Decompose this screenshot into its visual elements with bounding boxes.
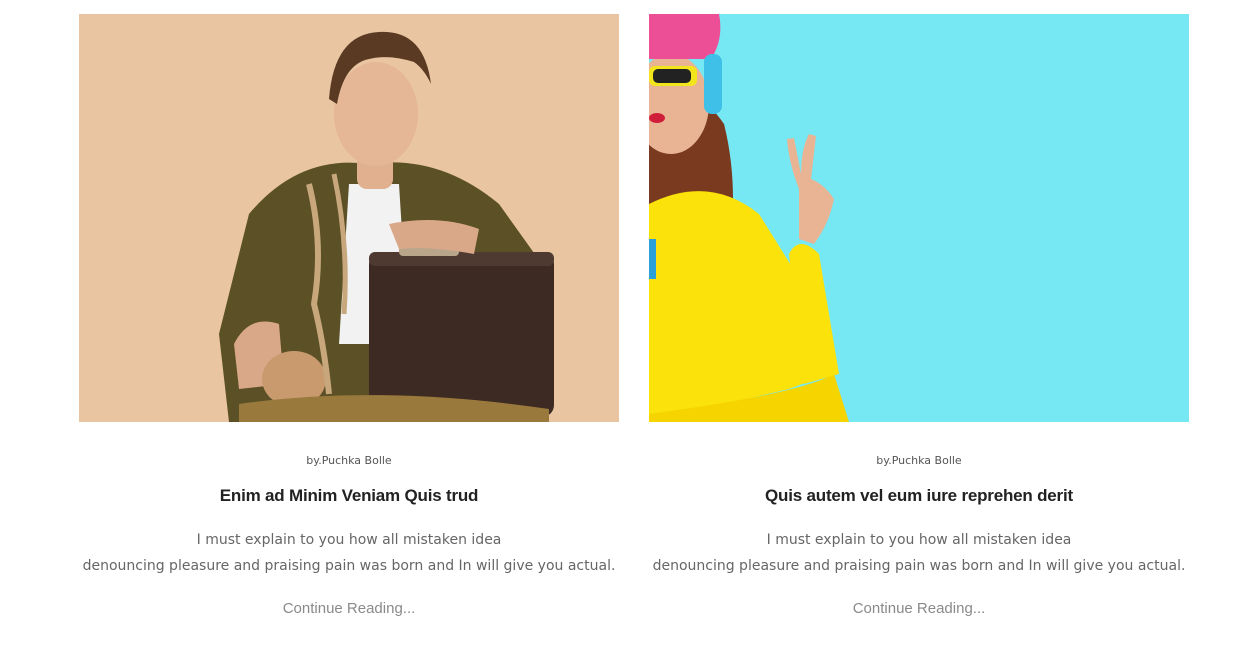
post-image[interactable] bbox=[649, 14, 1189, 422]
post-excerpt-line: I must explain to you how all mistaken i… bbox=[196, 532, 502, 548]
post-title[interactable]: Quis autem vel eum iure reprehen derit bbox=[649, 485, 1189, 507]
post-excerpt: I must explain to you how all mistaken i… bbox=[79, 527, 619, 579]
continue-reading-link[interactable]: Continue Reading... bbox=[79, 599, 619, 619]
post-excerpt-line: I must explain to you how all mistaken i… bbox=[766, 532, 1072, 548]
post-title[interactable]: Enim ad Minim Veniam Quis trud bbox=[79, 485, 619, 507]
post-excerpt-line: denouncing pleasure and praising pain wa… bbox=[652, 558, 1186, 574]
post-author: by.Puchka Bolle bbox=[876, 454, 962, 467]
blog-post-card: by.Puchka Bolle Quis autem vel eum iure … bbox=[649, 14, 1189, 619]
continue-reading-link[interactable]: Continue Reading... bbox=[649, 599, 1189, 619]
post-author: by.Puchka Bolle bbox=[306, 454, 392, 467]
post-excerpt-line: denouncing pleasure and praising pain wa… bbox=[82, 558, 616, 574]
post-excerpt: I must explain to you how all mistaken i… bbox=[649, 527, 1189, 579]
post-image[interactable] bbox=[79, 14, 619, 422]
blog-post-card: by.Puchka Bolle Enim ad Minim Veniam Qui… bbox=[79, 14, 619, 619]
